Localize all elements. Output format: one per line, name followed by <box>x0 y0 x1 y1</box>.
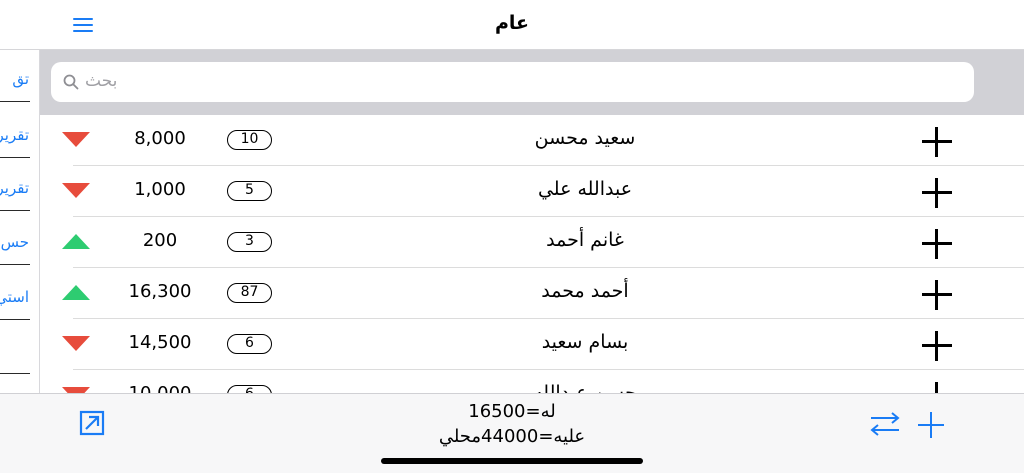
account-name: حسن عبدالله <box>533 382 637 393</box>
sidebar-item-4[interactable]: حس <box>0 215 30 265</box>
credit-summary: له=16500 <box>468 401 556 422</box>
debit-summary: عليه=44000محلي <box>438 426 586 447</box>
trend-up-arrow-icon <box>62 234 90 249</box>
balance-amount: 200 <box>142 230 178 251</box>
sidebar-item-1[interactable]: تق <box>0 52 30 102</box>
sidebar: تق تقرير تقرير حس استي <box>0 50 40 393</box>
sidebar-item-label: تقرير <box>0 179 29 197</box>
accounts-list: 8,000 10 سعيد محسن 1,000 5 عبدالله علي 2… <box>40 115 1024 393</box>
list-item[interactable]: 16,300 87 أحمد محمد <box>40 268 1024 319</box>
add-icon[interactable] <box>917 411 945 439</box>
search-icon <box>63 74 79 90</box>
plus-icon[interactable] <box>920 278 954 312</box>
account-name: بسام سعيد <box>541 331 629 353</box>
plus-icon[interactable] <box>920 227 954 261</box>
open-external-icon[interactable] <box>78 409 106 437</box>
balance-amount: 16,300 <box>128 281 192 302</box>
count-badge: 87 <box>227 283 272 303</box>
sidebar-item-6[interactable] <box>0 324 30 374</box>
page-title: عام <box>494 12 530 34</box>
sidebar-item-label: استي <box>0 288 29 306</box>
balance-amount: 10,000 <box>120 383 200 393</box>
sidebar-item-3[interactable]: تقرير <box>0 161 30 211</box>
count-badge: 3 <box>227 232 272 252</box>
sidebar-item-2[interactable]: تقرير <box>0 108 30 158</box>
home-indicator <box>381 458 643 464</box>
trend-up-arrow-icon <box>62 285 90 300</box>
list-item[interactable]: 10,000 6 حسن عبدالله <box>40 370 1024 393</box>
sidebar-item-label: حس <box>0 233 29 251</box>
account-name: سعيد محسن <box>534 127 636 149</box>
sidebar-item-label: تقرير <box>0 126 29 144</box>
count-badge: 5 <box>227 181 272 201</box>
list-item[interactable]: 200 3 غانم أحمد <box>40 217 1024 268</box>
list-item[interactable]: 1,000 5 عبدالله علي <box>40 166 1024 217</box>
search-bar-container: بحث <box>40 50 1024 115</box>
count-badge: 6 <box>227 385 272 393</box>
trend-down-arrow-icon <box>62 387 90 393</box>
plus-icon[interactable] <box>920 176 954 210</box>
sidebar-item-label: تق <box>12 70 29 88</box>
balance-amount: 14,500 <box>128 332 192 353</box>
plus-icon[interactable] <box>920 380 954 393</box>
list-item[interactable]: 14,500 6 بسام سعيد <box>40 319 1024 370</box>
navigation-bar: عام <box>0 0 1024 50</box>
trend-down-arrow-icon <box>62 132 90 147</box>
plus-icon[interactable] <box>920 329 954 363</box>
account-name: غانم أحمد <box>546 229 624 251</box>
search-input[interactable]: بحث <box>51 62 974 102</box>
account-name: أحمد محمد <box>541 280 629 302</box>
trend-down-arrow-icon <box>62 183 90 198</box>
balance-amount: 8,000 <box>134 128 186 149</box>
trend-down-arrow-icon <box>62 336 90 351</box>
swap-arrows-icon[interactable] <box>868 409 902 439</box>
search-placeholder: بحث <box>85 71 118 91</box>
plus-icon[interactable] <box>920 125 954 159</box>
count-badge: 6 <box>227 334 272 354</box>
count-badge: 10 <box>227 130 272 150</box>
account-name: عبدالله علي <box>537 178 633 200</box>
sidebar-item-5[interactable]: استي <box>0 270 30 320</box>
list-item[interactable]: 8,000 10 سعيد محسن <box>40 115 1024 166</box>
balance-amount: 1,000 <box>134 179 186 200</box>
bottom-toolbar: له=16500 عليه=44000محلي <box>0 393 1024 473</box>
